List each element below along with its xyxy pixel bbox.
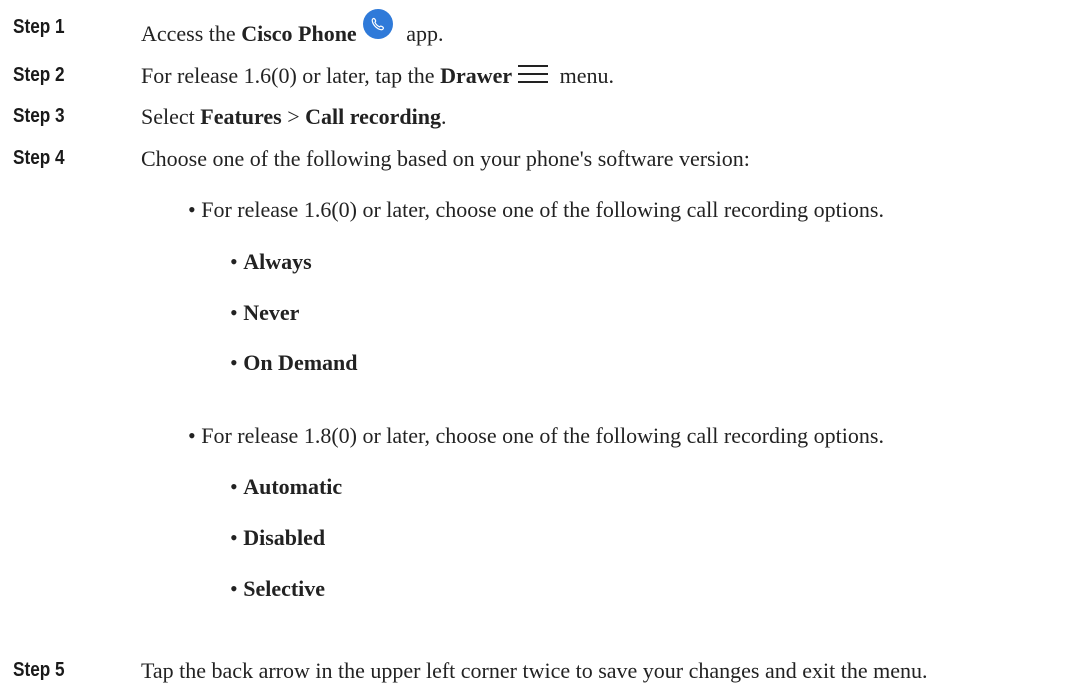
step-1-text: Access the Cisco Phone app. (141, 9, 444, 47)
step-4-label: Step 4 (13, 147, 65, 169)
step-3-label: Step 3 (13, 105, 65, 127)
option-always-label: Always (243, 249, 312, 274)
bullet: • (230, 249, 238, 274)
option-always: • Always (230, 249, 312, 275)
hamburger-menu-icon (518, 64, 549, 84)
option-selective: • Selective (230, 576, 325, 602)
step-2-text: For release 1.6(0) or later, tap the Dra… (141, 63, 614, 89)
bullet: • (230, 300, 238, 325)
step-3-text: Select Features > Call recording. (141, 104, 447, 130)
call-recording-label: Call recording (305, 104, 442, 129)
cisco-phone-label: Cisco Phone (241, 21, 357, 46)
bullet: • (188, 197, 196, 222)
option-never: • Never (230, 300, 299, 326)
step-3-prefix: Select (141, 104, 201, 129)
step-1-prefix: Access the (141, 21, 242, 46)
option-on-demand-label: On Demand (243, 350, 358, 375)
drawer-label: Drawer (440, 63, 513, 88)
step-5-text: Tap the back arrow in the upper left cor… (141, 658, 928, 683)
bullet: • (230, 474, 238, 499)
option-group-1: • For release 1.6(0) or later, choose on… (188, 197, 884, 223)
option-group-1-text: For release 1.6(0) or later, choose one … (201, 197, 884, 222)
step-1-label: Step 1 (13, 16, 65, 38)
bullet: • (230, 576, 238, 601)
path-separator: > (281, 104, 306, 129)
option-on-demand: • On Demand (230, 350, 358, 376)
option-group-2-text: For release 1.8(0) or later, choose one … (201, 423, 884, 448)
option-group-2: • For release 1.8(0) or later, choose on… (188, 423, 884, 449)
bullet: • (230, 350, 238, 375)
step-4-text: Choose one of the following based on you… (141, 146, 750, 171)
bullet: • (188, 423, 196, 448)
bullet: • (230, 525, 238, 550)
option-never-label: Never (243, 300, 300, 325)
step-3-suffix: . (441, 104, 447, 129)
step-1-suffix: app. (400, 21, 444, 46)
option-disabled: • Disabled (230, 525, 325, 551)
step-2-prefix: For release 1.6(0) or later, tap the (141, 63, 441, 88)
step-2-suffix: menu. (554, 63, 615, 88)
phone-app-icon (362, 9, 393, 39)
step-5-label: Step 5 (13, 659, 65, 681)
option-automatic: • Automatic (230, 474, 342, 500)
step-2-label: Step 2 (13, 64, 65, 86)
option-automatic-label: Automatic (243, 474, 343, 499)
option-selective-label: Selective (243, 576, 326, 601)
features-label: Features (200, 104, 282, 129)
option-disabled-label: Disabled (243, 525, 326, 550)
